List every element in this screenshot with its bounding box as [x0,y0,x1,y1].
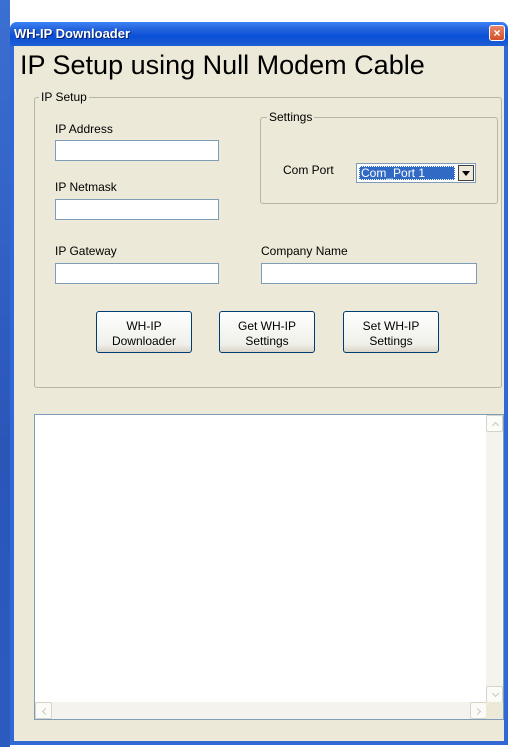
wh-ip-downloader-button-line2: Downloader [111,334,177,348]
close-icon[interactable]: × [489,25,505,41]
ip-netmask-input[interactable] [55,199,219,220]
set-wh-ip-settings-button[interactable]: Set WH-IP Settings [343,311,439,353]
ip-address-label: IP Address [55,122,113,136]
scroll-down-icon[interactable] [486,686,503,703]
get-wh-ip-settings-button-line1: Get WH-IP [237,319,296,333]
scrollbar-corner [486,702,503,719]
chevron-down-icon[interactable] [458,165,474,181]
ip-gateway-input[interactable] [55,263,219,284]
get-wh-ip-settings-button-line2: Settings [245,334,289,348]
set-wh-ip-settings-button-line1: Set WH-IP [362,319,420,333]
ip-setup-group-label: IP Setup [39,90,89,104]
ip-netmask-label: IP Netmask [55,180,117,194]
scroll-right-icon[interactable] [470,702,487,719]
ip-setup-group: IP Setup IP Address IP Netmask IP Gatewa… [34,90,502,388]
scroll-left-icon[interactable] [35,702,52,719]
com-port-selected-value: Com_Port 1 [359,166,455,180]
get-wh-ip-settings-button[interactable]: Get WH-IP Settings [219,311,315,353]
ip-address-input[interactable] [55,140,219,161]
title-bar[interactable]: WH-IP Downloader × [10,22,508,46]
ip-gateway-label: IP Gateway [55,244,117,258]
output-log[interactable] [34,414,504,720]
window-title: WH-IP Downloader [14,26,131,41]
wh-ip-downloader-button[interactable]: WH-IP Downloader [96,311,192,353]
page-title: IP Setup using Null Modem Cable [20,50,425,80]
company-name-label: Company Name [261,244,348,258]
wh-ip-downloader-button-line1: WH-IP [126,319,162,333]
scroll-up-icon[interactable] [486,415,503,432]
settings-group-label: Settings [267,110,315,124]
com-port-select[interactable]: Com_Port 1 [356,163,476,183]
vertical-scrollbar[interactable] [486,415,503,703]
com-port-label: Com Port [283,163,334,177]
settings-group: Settings Com Port Com_Port 1 [260,110,498,204]
company-name-input[interactable] [261,263,477,284]
horizontal-scrollbar[interactable] [35,702,487,719]
set-wh-ip-settings-button-line2: Settings [369,334,413,348]
desktop-background [0,0,10,747]
